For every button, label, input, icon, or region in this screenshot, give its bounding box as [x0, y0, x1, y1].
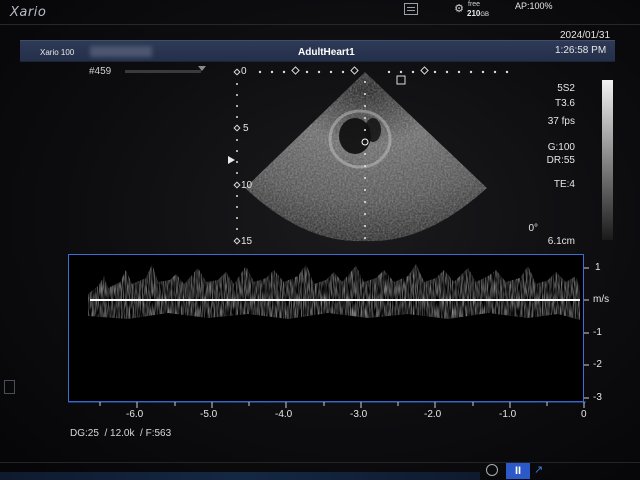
redacted-patient-name — [90, 46, 152, 57]
velocity-tick-neg3: -3 — [593, 392, 602, 403]
time-tick-neg3: -3.0 — [350, 409, 368, 420]
frame-number: #459 — [89, 66, 112, 77]
doppler-waveform — [88, 264, 580, 320]
frame-rate: 37 fps — [547, 116, 575, 127]
depth-value: 6.1cm — [547, 236, 575, 247]
time-tick-neg6: -6.0 — [126, 409, 144, 420]
free-label: free — [468, 1, 481, 8]
dynamic-range-value: DR:55 — [546, 155, 575, 166]
brand-logo: Xario — [10, 5, 47, 20]
system-id: Xario 100 — [40, 48, 75, 57]
time-tick-neg1: -1.0 — [499, 409, 517, 420]
time-tick-neg5: -5.0 — [200, 409, 218, 420]
depth-mark-15: 15 — [241, 236, 253, 247]
velocity-tick-1: 1 — [595, 262, 601, 273]
time-axis — [68, 401, 586, 408]
capture-icon[interactable] — [486, 464, 498, 476]
velocity-unit: m/s — [593, 294, 610, 305]
tissue-enhancement-value: TE:4 — [553, 179, 575, 190]
free-storage-value: 210GB — [467, 9, 490, 18]
exam-date: 2024/01/31 — [560, 30, 611, 41]
exam-time: 1:26:58 PM — [555, 45, 607, 56]
gain-value: G:100 — [547, 142, 575, 153]
grayscale-bar — [602, 80, 613, 240]
depth-mark-5: 5 — [243, 123, 249, 134]
depth-mark-0: 0 — [241, 66, 247, 77]
side-panel-icon[interactable] — [4, 380, 15, 394]
doppler-settings-info: DG:25 / 12.0k / F:563 — [70, 428, 172, 439]
velocity-tick-neg2: -2 — [593, 359, 602, 370]
probe-model: 5S2 — [557, 83, 575, 94]
disk-icon: ⚙ — [454, 3, 464, 15]
transmit-frequency: T3.6 — [554, 98, 575, 109]
velocity-tick-neg1: -1 — [593, 327, 602, 338]
bottom-divider — [0, 462, 640, 463]
angle-value: 0° — [528, 223, 538, 234]
time-tick-0: 0 — [581, 409, 587, 420]
cine-mode-button[interactable]: II — [506, 463, 530, 479]
exam-preset-title: AdultHeart1 — [298, 47, 355, 58]
depth-scale — [228, 68, 241, 245]
cine-progress-bar[interactable] — [125, 70, 201, 73]
bmode-image — [245, 66, 509, 242]
acoustic-power-label: AP:100% — [515, 1, 553, 11]
bottom-status-strip — [0, 472, 480, 480]
time-tick-neg2: -2.0 — [424, 409, 442, 420]
top-divider — [0, 24, 640, 25]
keyboard-icon[interactable] — [404, 3, 418, 15]
cursor-arrow-icon[interactable]: ↗ — [534, 463, 543, 476]
cine-marker-icon — [198, 66, 206, 71]
time-tick-neg4: -4.0 — [275, 409, 293, 420]
depth-mark-10: 10 — [241, 180, 253, 191]
